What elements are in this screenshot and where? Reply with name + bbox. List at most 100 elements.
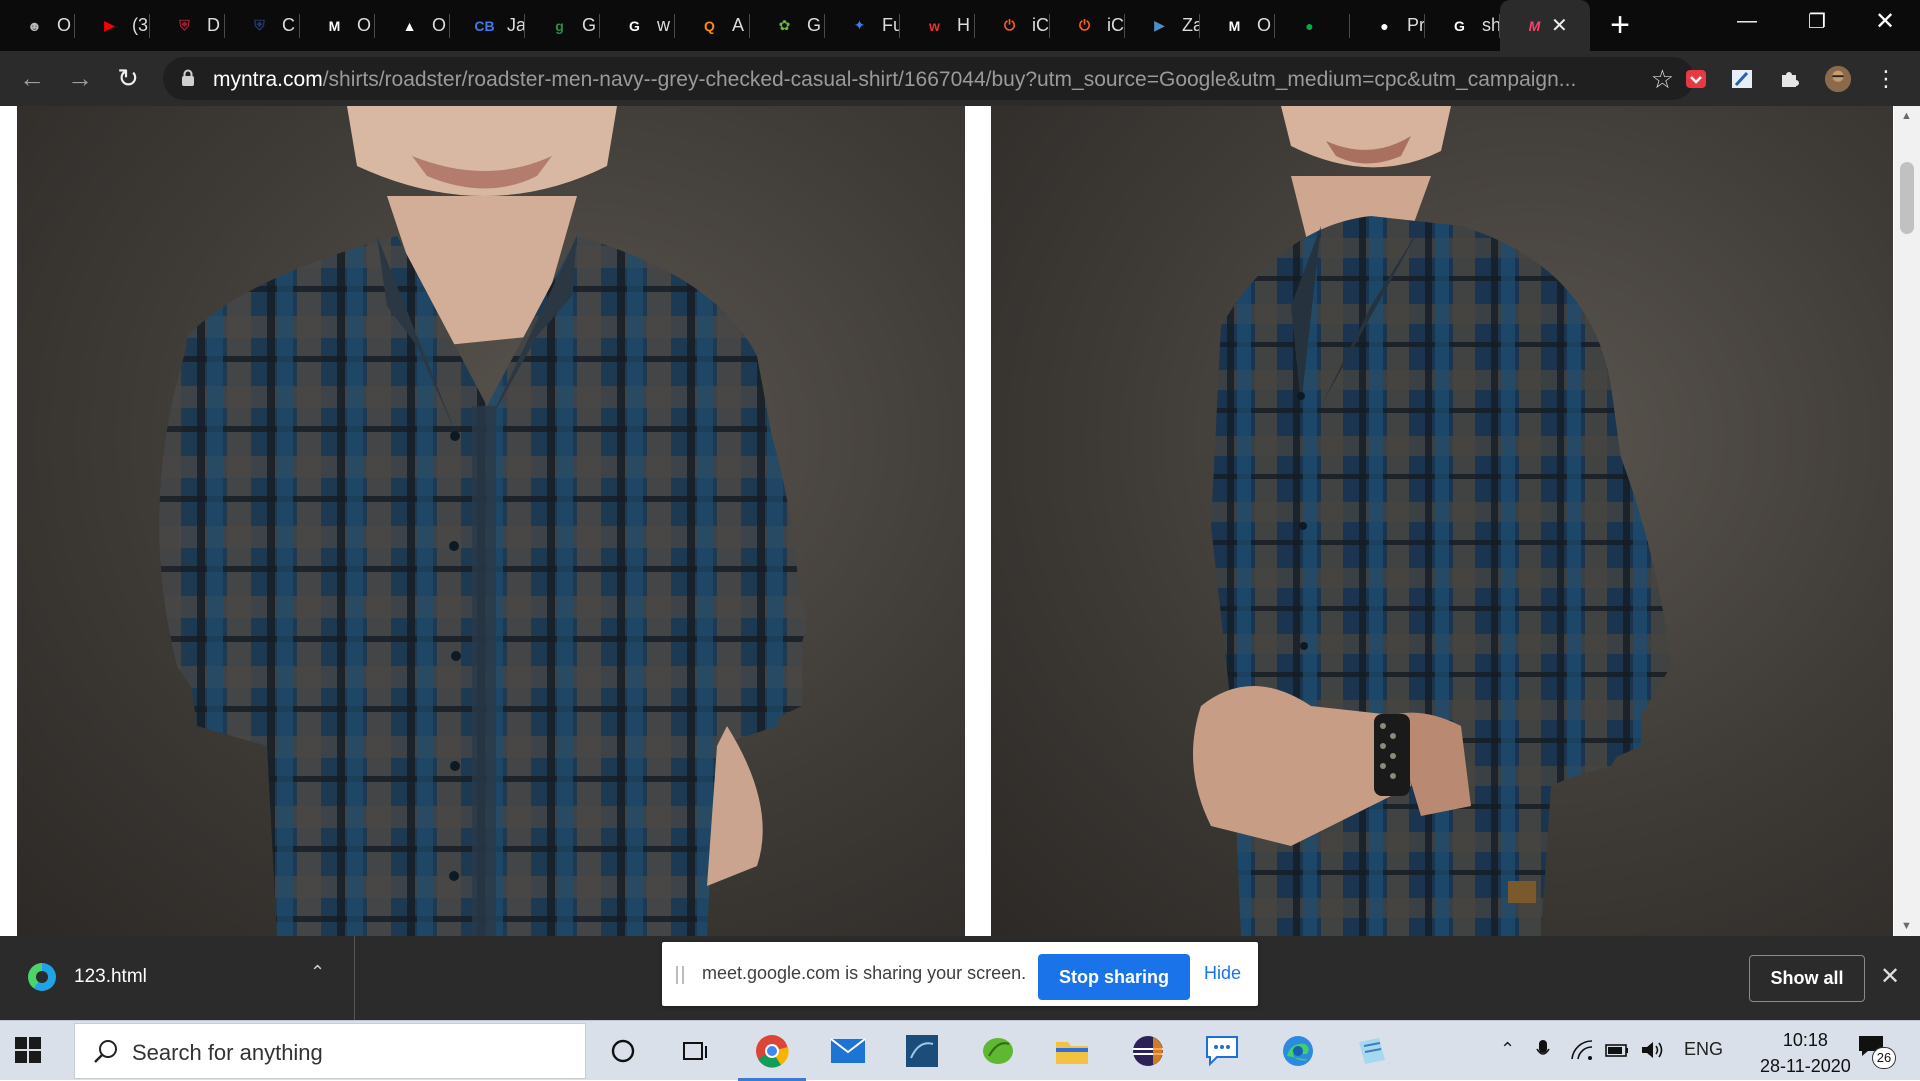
battery-icon[interactable] (1605, 1039, 1629, 1066)
mail-icon[interactable] (826, 1029, 870, 1073)
feather-icon: ✦ (853, 17, 866, 33)
file-explorer-icon[interactable] (1050, 1029, 1094, 1073)
w-logo-icon: w (929, 17, 940, 34)
browser-tab[interactable]: ▶ (3 (75, 0, 150, 51)
download-bar: 123.html ⌃ meet.google.com is sharing yo… (0, 936, 1920, 1020)
restore-button[interactable]: ❐ (1782, 0, 1852, 42)
spring-icon: ✿ (778, 17, 791, 33)
spring-tool-icon[interactable] (976, 1029, 1020, 1073)
notepad-icon[interactable] (1350, 1029, 1394, 1073)
close-tab-icon[interactable]: ✕ (1551, 13, 1568, 38)
browser-tab[interactable]: ⏻ iC (975, 0, 1050, 51)
browser-tab-active[interactable]: M ✕ (1500, 0, 1590, 51)
browser-tab[interactable]: MO (300, 0, 375, 51)
browser-tab[interactable]: MO (1200, 0, 1275, 51)
browser-tab[interactable]: ✦ Fu (825, 0, 900, 51)
new-tab-plus-icon[interactable]: + (1590, 0, 1650, 51)
search-placeholder: Search for anything (132, 1040, 323, 1065)
windows-start-icon[interactable] (15, 1037, 41, 1063)
tab-title: (3 (132, 15, 149, 35)
show-hidden-icons-chevron-icon[interactable]: ⌃ (1500, 1039, 1515, 1060)
cortana-icon[interactable] (601, 1029, 645, 1073)
browser-tab[interactable]: ☻ O (0, 0, 75, 51)
google-drive-icon: ▲ (402, 17, 417, 34)
tab-title: O (1257, 15, 1272, 35)
minimize-button[interactable]: — (1712, 0, 1782, 42)
meet-icon: ● (1305, 17, 1314, 34)
tab-title: Pr (1407, 15, 1425, 35)
tab-title: G (582, 15, 597, 35)
power-icon: ⏻ (1003, 17, 1016, 33)
browser-tab[interactable]: gG (525, 0, 600, 51)
extensions-puzzle-icon[interactable] (1776, 65, 1804, 93)
browser-tab[interactable]: ⏻ iC (1050, 0, 1125, 51)
harvard-shield-icon: ⛨ (179, 17, 190, 33)
browser-tab[interactable]: ⛨ D (150, 0, 225, 51)
download-item[interactable]: 123.html ⌃ (0, 936, 355, 1020)
forward-button[interactable]: → (62, 60, 98, 96)
product-image-front[interactable] (17, 106, 965, 936)
reload-button[interactable]: ↻ (110, 60, 146, 96)
wifi-icon[interactable] (1570, 1039, 1594, 1066)
mysql-workbench-icon[interactable] (900, 1029, 944, 1073)
url-path: /shirts/roadster/roadster-men-navy--grey… (322, 68, 1577, 91)
microphone-icon[interactable] (1535, 1039, 1551, 1066)
gmail-icon: M (328, 17, 341, 34)
play-box-icon: ▶ (1154, 17, 1165, 33)
eclipse-icon[interactable] (1126, 1029, 1170, 1073)
close-window-button[interactable]: ✕ (1850, 0, 1920, 42)
page-scrollbar[interactable]: ▲ ▼ (1894, 106, 1920, 936)
tab-strip: ☻ O ▶ (3 ⛨ D ⛨ C M O ▲ O CB Ja g G Gw Q A ✿ G ✦ Fu w H ⏻ iC ⏻ iC ▶ Za M… (0, 0, 1920, 51)
browser-tab[interactable]: ⛨ C (225, 0, 300, 51)
notification-count: 26 (1872, 1047, 1896, 1069)
language-indicator[interactable]: ENG (1684, 1039, 1723, 1060)
scrollbar-thumb[interactable] (1900, 162, 1914, 234)
task-view-icon[interactable] (673, 1029, 717, 1073)
product-image-side[interactable] (991, 106, 1893, 936)
url-text[interactable]: myntra.com/shirts/roadster/roadster-men-… (213, 68, 1576, 92)
edge-icon[interactable] (1276, 1029, 1320, 1073)
chrome-icon[interactable] (738, 1029, 806, 1081)
volume-icon[interactable] (1640, 1039, 1664, 1066)
show-all-button[interactable]: Show all (1749, 955, 1865, 1002)
browser-tab[interactable]: ▶ Za (1125, 0, 1200, 51)
browser-tab[interactable]: ● (1275, 0, 1350, 51)
hide-button[interactable]: Hide (1204, 963, 1241, 984)
browser-tab[interactable]: ● Pr (1350, 0, 1425, 51)
bookmark-star-icon[interactable]: ☆ (1651, 64, 1674, 95)
back-button[interactable]: ← (14, 60, 50, 96)
search-icon (94, 1040, 117, 1063)
browser-tab[interactable]: Gw (600, 0, 675, 51)
tab-title: O (357, 15, 372, 35)
feedback-icon[interactable] (1200, 1029, 1244, 1073)
tab-title: G (807, 15, 822, 35)
windows-taskbar: Search for anything ⌃ ENG 10:18 28-11-20… (0, 1020, 1920, 1081)
screen-share-notification: meet.google.com is sharing your screen. … (662, 942, 1258, 1006)
tab-title: iC (1107, 15, 1124, 35)
menu-kebab-icon[interactable]: ⋮ (1872, 65, 1900, 93)
chevron-up-icon[interactable]: ⌃ (310, 962, 325, 983)
browser-tab[interactable]: Gsh (1425, 0, 1500, 51)
pocket-extension-icon[interactable] (1682, 65, 1710, 93)
address-bar[interactable]: myntra.com/shirts/roadster/roadster-men-… (163, 57, 1694, 100)
browser-tab[interactable]: ▲ O (375, 0, 450, 51)
browser-tab[interactable]: QA (675, 0, 750, 51)
pen-extension-icon[interactable] (1728, 65, 1756, 93)
browser-tab[interactable]: CB Ja (450, 0, 525, 51)
close-icon[interactable]: ✕ (1880, 962, 1900, 991)
tab-title: sh (1482, 15, 1500, 35)
profile-avatar[interactable] (1824, 65, 1852, 93)
drag-handle-icon[interactable] (676, 966, 684, 984)
youtube-icon: ▶ (104, 17, 115, 33)
tab-title: A (732, 15, 745, 35)
browser-tab[interactable]: wH (900, 0, 975, 51)
system-clock[interactable]: 10:18 28-11-2020 (1760, 1027, 1851, 1079)
scroll-up-arrow-icon[interactable]: ▲ (1901, 110, 1912, 122)
stop-sharing-button[interactable]: Stop sharing (1038, 954, 1190, 1000)
taskbar-search-box[interactable]: Search for anything (74, 1023, 586, 1079)
search-q-icon: Q (704, 17, 715, 34)
scroll-down-arrow-icon[interactable]: ▼ (1901, 920, 1912, 932)
notification-center-icon[interactable]: 26 (1858, 1035, 1896, 1069)
browser-toolbar: ← → ↻ myntra.com/shirts/roadster/roadste… (0, 51, 1920, 106)
browser-tab[interactable]: ✿ G (750, 0, 825, 51)
